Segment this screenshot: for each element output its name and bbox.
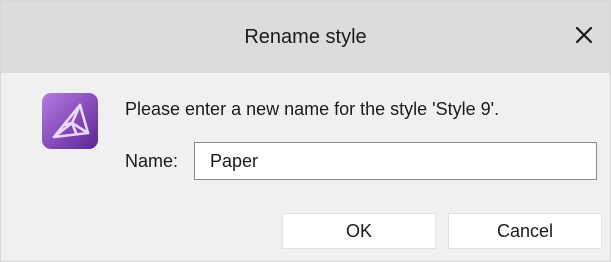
- name-label: Name:: [125, 151, 179, 171]
- rename-style-dialog: Rename style Please enter a new name for…: [0, 0, 611, 262]
- close-icon: [575, 26, 593, 49]
- rename-prompt-message: Please enter a new name for the style 'S…: [125, 99, 500, 119]
- close-button[interactable]: [562, 15, 606, 59]
- ok-button[interactable]: OK: [282, 213, 436, 249]
- dialog-titlebar[interactable]: Rename style: [1, 1, 610, 73]
- dialog-title: Rename style: [244, 26, 367, 48]
- affinity-photo-app-icon: [42, 93, 98, 149]
- style-name-input[interactable]: [194, 142, 597, 180]
- cancel-button[interactable]: Cancel: [448, 213, 602, 249]
